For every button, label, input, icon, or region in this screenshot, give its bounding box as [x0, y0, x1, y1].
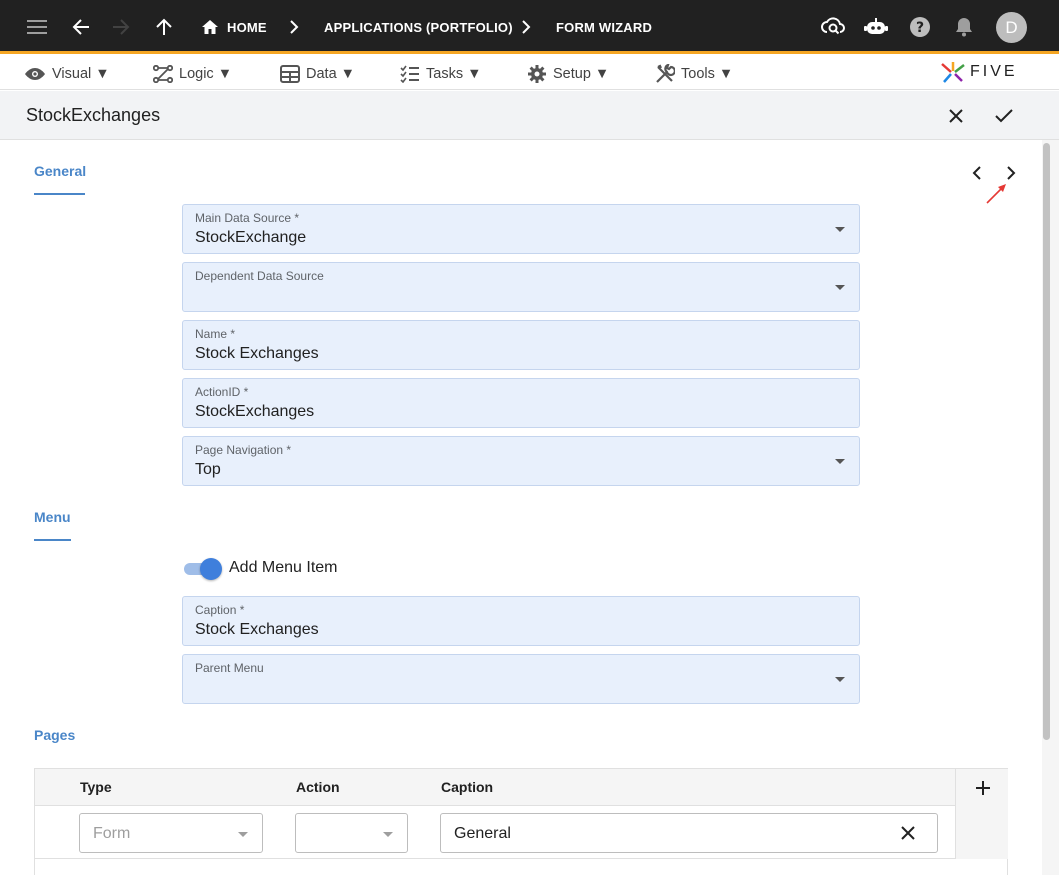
add-menu-item-toggle[interactable]: [182, 558, 222, 580]
menu-visual-label: Visual ▼: [52, 66, 110, 82]
tools-icon: [656, 64, 675, 83]
menu-tools[interactable]: Tools ▼: [655, 63, 733, 85]
menu-tasks[interactable]: Tasks ▼: [400, 63, 481, 85]
action-select[interactable]: [295, 813, 408, 853]
menu-data-label: Data ▼: [306, 66, 356, 82]
breadcrumb-applications[interactable]: APPLICATIONS (PORTFOLIO): [324, 20, 513, 35]
save-button[interactable]: [991, 103, 1017, 129]
pages-table-add-column: [955, 769, 1008, 859]
user-avatar[interactable]: D: [996, 12, 1027, 43]
add-page-button[interactable]: [970, 775, 996, 801]
svg-text:?: ?: [916, 20, 924, 36]
action-id-label: ActionID *: [195, 385, 249, 399]
main-data-source-value: StockExchange: [195, 229, 307, 246]
caption-input[interactable]: General: [440, 813, 938, 853]
eye-icon: [25, 68, 45, 80]
form-title-bar: StockExchanges: [0, 91, 1059, 140]
main-menu-bar: Visual ▼ Logic ▼ Data ▼ Tasks ▼ Setup ▼ …: [0, 57, 1059, 90]
clear-icon[interactable]: [899, 824, 917, 842]
top-bar: HOME APPLICATIONS (PORTFOLIO) FORM WIZAR…: [0, 0, 1059, 54]
dropdown-caret-icon[interactable]: [835, 285, 845, 290]
menu-logic-label: Logic ▼: [179, 66, 233, 82]
plus-icon: [976, 781, 990, 795]
dropdown-caret-icon[interactable]: [835, 677, 845, 682]
section-general[interactable]: General: [34, 163, 86, 179]
five-logo-text: FIVE: [970, 63, 1018, 80]
menu-setup-label: Setup ▼: [553, 66, 610, 82]
name-value: Stock Exchanges: [195, 345, 319, 362]
caption-value: Stock Exchanges: [195, 621, 319, 638]
dropdown-caret-icon: [238, 832, 248, 837]
chatbot-icon[interactable]: [863, 14, 889, 40]
pages-table: Type Action Caption Form General: [34, 768, 1008, 875]
action-id-value: StockExchanges: [195, 403, 315, 420]
name-field[interactable]: Name * Stock Exchanges: [182, 320, 860, 370]
scrollbar-thumb[interactable]: [1043, 143, 1050, 740]
toggle-knob: [200, 558, 222, 580]
chevron-right-icon: [1007, 166, 1016, 180]
checklist-icon: [400, 65, 419, 83]
section-menu-underline: [34, 539, 71, 541]
breadcrumb-form-wizard: FORM WIZARD: [556, 20, 653, 35]
column-header-caption: Caption: [441, 779, 494, 795]
cloud-search-icon[interactable]: [820, 14, 846, 40]
action-id-field[interactable]: ActionID * StockExchanges: [182, 378, 860, 428]
annotation-arrow-icon: [986, 184, 1006, 204]
menu-data[interactable]: Data ▼: [280, 63, 355, 85]
form-title: StockExchanges: [26, 105, 161, 125]
pages-table-header: Type Action Caption: [35, 769, 955, 806]
section-menu[interactable]: Menu: [34, 509, 71, 525]
menu-tools-label: Tools ▼: [681, 66, 734, 82]
table-row: Form General: [35, 806, 955, 859]
section-pages[interactable]: Pages: [34, 727, 75, 743]
back-arrow-icon[interactable]: [68, 14, 94, 40]
menu-logic[interactable]: Logic ▼: [153, 63, 232, 85]
help-icon[interactable]: ?: [907, 14, 933, 40]
hamburger-menu-icon[interactable]: [24, 14, 50, 40]
menu-tasks-label: Tasks ▼: [426, 66, 482, 82]
dropdown-caret-icon[interactable]: [835, 227, 845, 232]
dropdown-caret-icon: [383, 832, 393, 837]
cancel-button[interactable]: [943, 103, 969, 129]
add-menu-item-label: Add Menu Item: [229, 559, 338, 576]
menu-setup[interactable]: Setup ▼: [527, 63, 609, 85]
parent-menu-label: Parent Menu: [195, 661, 264, 675]
logic-icon: [153, 65, 173, 83]
close-icon: [949, 109, 963, 123]
chevron-right-icon: [281, 14, 307, 40]
section-general-underline: [34, 193, 85, 195]
breadcrumb-home[interactable]: HOME: [227, 20, 267, 35]
up-arrow-icon[interactable]: [151, 14, 177, 40]
main-data-source-label: Main Data Source *: [195, 211, 300, 225]
table-icon: [280, 65, 300, 83]
dropdown-caret-icon[interactable]: [835, 459, 845, 464]
page-navigation-value: Top: [195, 461, 221, 478]
caption-input-value: General: [454, 825, 511, 842]
menu-visual[interactable]: Visual ▼: [24, 63, 110, 85]
type-select-value: Form: [93, 825, 131, 842]
type-select[interactable]: Form: [79, 813, 263, 853]
forward-arrow-icon: [108, 14, 134, 40]
caption-field[interactable]: Caption * Stock Exchanges: [182, 596, 860, 646]
parent-menu-field[interactable]: Parent Menu: [182, 654, 860, 704]
column-header-action: Action: [296, 779, 340, 795]
home-icon[interactable]: [197, 14, 223, 40]
page-navigation-field[interactable]: Page Navigation * Top: [182, 436, 860, 486]
column-header-type: Type: [80, 779, 112, 795]
chevron-left-icon: [972, 166, 981, 180]
dependent-data-source-field[interactable]: Dependent Data Source: [182, 262, 860, 312]
main-data-source-field[interactable]: Main Data Source * StockExchange: [182, 204, 860, 254]
chevron-right-icon: [513, 14, 539, 40]
five-logo: FIVE: [940, 59, 1018, 85]
five-logo-mark-icon: [941, 62, 965, 83]
caption-label: Caption *: [195, 603, 245, 617]
bell-icon[interactable]: [951, 14, 977, 40]
page-navigation-label: Page Navigation *: [195, 443, 292, 457]
check-icon: [995, 109, 1013, 123]
gear-icon: [528, 65, 546, 83]
name-label: Name *: [195, 327, 236, 341]
dependent-data-source-label: Dependent Data Source: [195, 269, 324, 283]
